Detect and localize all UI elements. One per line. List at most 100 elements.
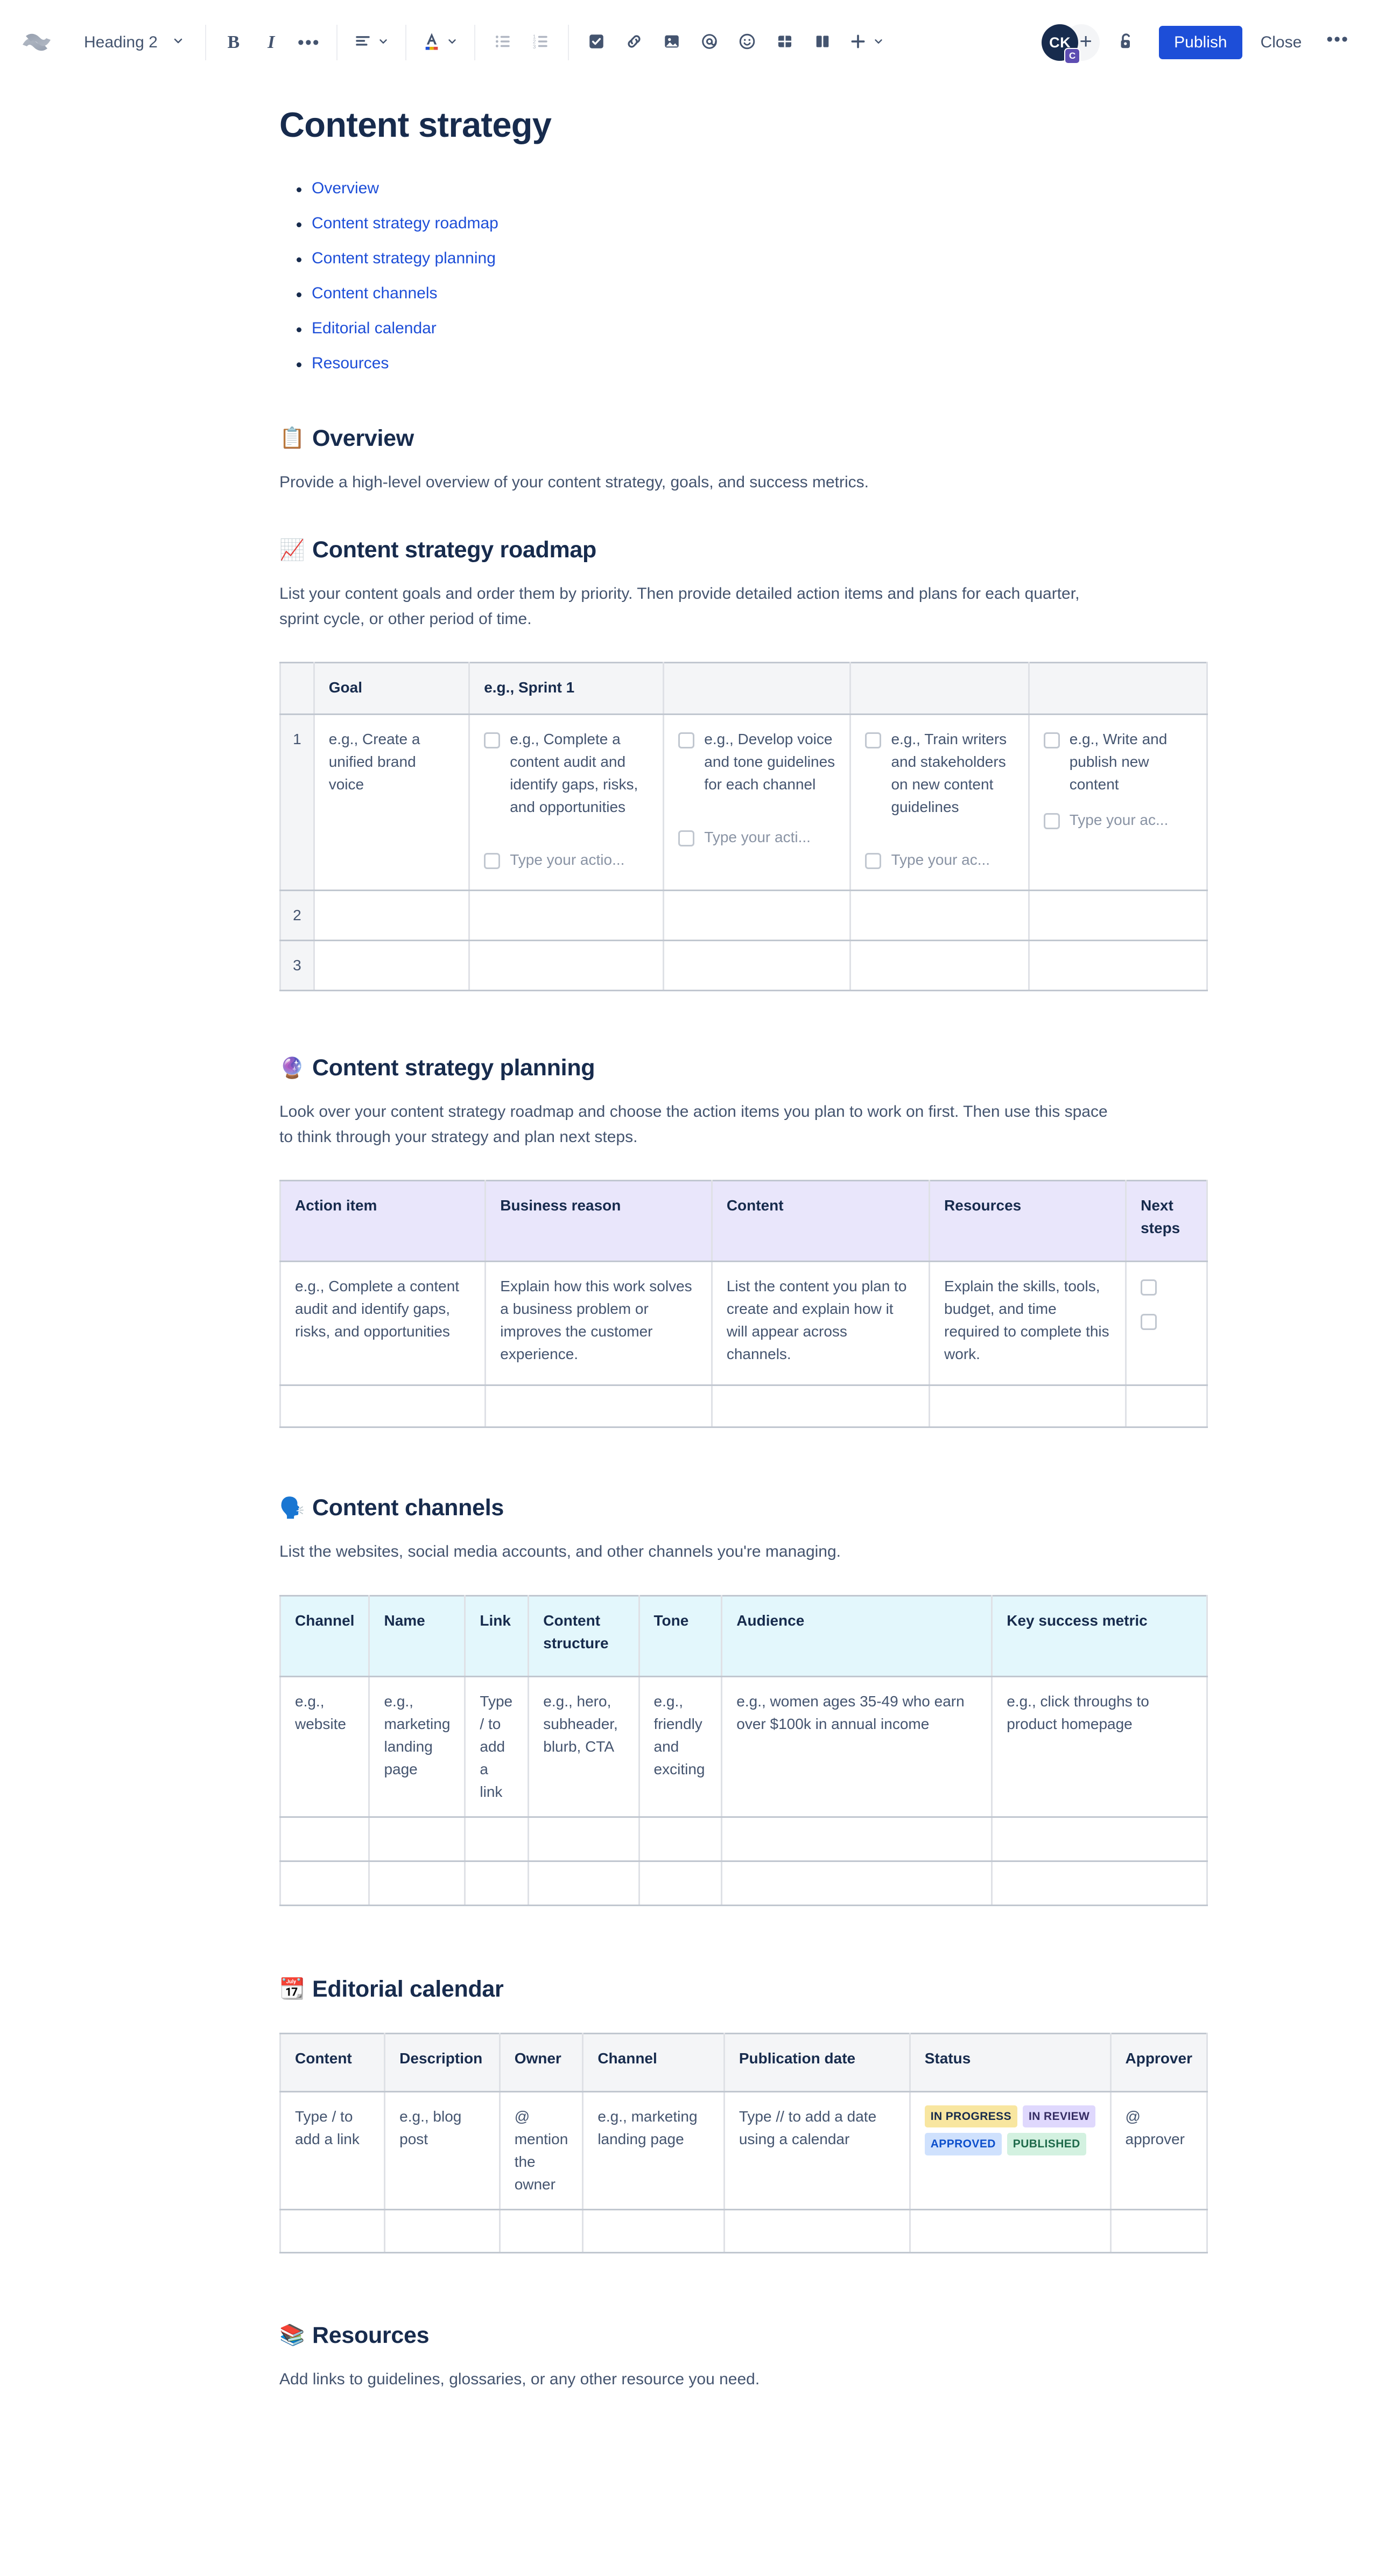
status-badge[interactable]: PUBLISHED	[1007, 2133, 1086, 2155]
action-cell[interactable]	[850, 890, 1030, 942]
cell-channel[interactable]: e.g., marketing landing page	[582, 2091, 725, 2210]
cell-key-success-metric[interactable]: e.g., click throughs to product homepage	[992, 1676, 1208, 1818]
cell-channel[interactable]	[280, 1817, 370, 1862]
toc-link-calendar[interactable]: Editorial calendar	[312, 319, 437, 337]
goal-cell[interactable]	[314, 940, 470, 992]
task-item[interactable]: e.g., Write and publish new content	[1043, 728, 1192, 796]
cell-content-structure[interactable]: e.g., hero, subheader, blurb, CTA	[528, 1676, 640, 1818]
layout-button[interactable]	[804, 24, 841, 61]
emoji-button[interactable]	[728, 24, 766, 61]
action-cell[interactable]	[469, 890, 665, 942]
cell-publication-date[interactable]: Type // to add a date using a calendar	[724, 2091, 911, 2210]
goal-cell[interactable]: e.g., Create a unified brand voice	[314, 714, 470, 892]
status-badge[interactable]: APPROVED	[924, 2133, 1002, 2155]
toc-link-roadmap[interactable]: Content strategy roadmap	[312, 214, 498, 232]
action-cell[interactable]: e.g., Train writers and stakeholders on …	[850, 714, 1030, 892]
checkbox-icon[interactable]	[1043, 813, 1060, 830]
cell-owner[interactable]	[500, 2209, 584, 2253]
cell-audience[interactable]	[721, 1861, 993, 1906]
checkbox-icon[interactable]	[484, 732, 501, 749]
next-steps-cell[interactable]	[1126, 1261, 1208, 1387]
goal-cell[interactable]	[314, 890, 470, 942]
cell-tone[interactable]	[639, 1817, 723, 1862]
toc-link-overview[interactable]: Overview	[312, 179, 379, 197]
action-cell[interactable]: e.g., Write and publish new content Type…	[1029, 714, 1208, 892]
task-item-placeholder[interactable]: Type your ac...	[1043, 809, 1192, 831]
toc-link-channels[interactable]: Content channels	[312, 284, 438, 302]
action-cell[interactable]	[663, 890, 852, 942]
business-reason-cell[interactable]	[485, 1385, 713, 1429]
link-button[interactable]	[615, 24, 653, 61]
action-cell[interactable]	[850, 940, 1030, 992]
checkbox-icon[interactable]	[678, 732, 695, 749]
business-reason-cell[interactable]: Explain how this work solves a business …	[485, 1261, 713, 1387]
cell-audience[interactable]	[721, 1817, 993, 1862]
more-options-button[interactable]: •••	[1317, 26, 1359, 59]
italic-button[interactable]: I	[252, 24, 290, 61]
next-steps-cell[interactable]	[1126, 1385, 1208, 1429]
numbered-list-button[interactable]: 1 2 3	[522, 24, 559, 61]
checkbox-icon[interactable]	[865, 732, 882, 749]
cell-status[interactable]: IN PROGRESS IN REVIEW APPROVED PUBLISHED	[910, 2091, 1112, 2210]
cell-content-structure[interactable]	[528, 1861, 640, 1906]
task-item-placeholder[interactable]: Type your actio...	[484, 849, 649, 871]
content-cell[interactable]	[712, 1385, 931, 1429]
cell-channel[interactable]	[582, 2209, 725, 2253]
restrictions-button[interactable]	[1107, 24, 1145, 61]
cell-link[interactable]: Type / to add a link	[465, 1676, 530, 1818]
action-item-cell[interactable]: e.g., Complete a content audit and ident…	[280, 1261, 487, 1387]
cell-description[interactable]: e.g., blog post	[384, 2091, 501, 2210]
cell-content[interactable]: Type / to add a link	[280, 2091, 386, 2210]
checkbox-icon[interactable]	[484, 853, 501, 870]
cell-channel[interactable]: e.g., website	[280, 1676, 370, 1818]
resources-cell[interactable]	[929, 1385, 1127, 1429]
checkbox-icon[interactable]	[1141, 1279, 1157, 1296]
task-item[interactable]: e.g., Complete a content audit and ident…	[484, 728, 649, 818]
action-cell[interactable]: e.g., Develop voice and tone guidelines …	[663, 714, 852, 892]
checkbox-icon[interactable]	[1043, 732, 1060, 749]
cell-tone[interactable]	[639, 1861, 723, 1906]
action-cell[interactable]	[1029, 940, 1208, 992]
cell-content-structure[interactable]	[528, 1817, 640, 1862]
cell-audience[interactable]: e.g., women ages 35-49 who earn over $10…	[721, 1676, 993, 1818]
cell-status[interactable]	[910, 2209, 1112, 2253]
task-item-placeholder[interactable]: Type your acti...	[678, 826, 835, 849]
cell-name[interactable]: e.g., marketing landing page	[369, 1676, 466, 1818]
cell-name[interactable]	[369, 1861, 466, 1906]
resources-cell[interactable]: Explain the skills, tools, budget, and t…	[929, 1261, 1127, 1387]
bullet-list-button[interactable]	[484, 24, 522, 61]
cell-content[interactable]	[280, 2209, 386, 2253]
text-color-button[interactable]	[415, 24, 466, 61]
toc-link-planning[interactable]: Content strategy planning	[312, 249, 496, 267]
action-cell[interactable]: e.g., Complete a content audit and ident…	[469, 714, 665, 892]
cell-approver[interactable]	[1110, 2209, 1208, 2253]
cell-approver[interactable]: @ approver	[1110, 2091, 1208, 2210]
action-cell[interactable]	[469, 940, 665, 992]
text-align-button[interactable]	[346, 24, 397, 61]
cell-name[interactable]	[369, 1817, 466, 1862]
table-button[interactable]	[766, 24, 804, 61]
checkbox-icon[interactable]	[1141, 1314, 1157, 1331]
mention-button[interactable]	[691, 24, 728, 61]
bold-button[interactable]: B	[215, 24, 252, 61]
cell-description[interactable]	[384, 2209, 501, 2253]
content-cell[interactable]: List the content you plan to create and …	[712, 1261, 931, 1387]
cell-key-success-metric[interactable]	[992, 1861, 1208, 1906]
checkbox-icon[interactable]	[678, 830, 695, 847]
action-cell[interactable]	[663, 940, 852, 992]
task-list-button[interactable]	[578, 24, 615, 61]
action-item-cell[interactable]	[280, 1385, 487, 1429]
toc-link-resources[interactable]: Resources	[312, 354, 389, 372]
cell-channel[interactable]	[280, 1861, 370, 1906]
status-badge[interactable]: IN REVIEW	[1023, 2105, 1096, 2128]
publish-button[interactable]: Publish	[1159, 26, 1242, 59]
task-item[interactable]: e.g., Develop voice and tone guidelines …	[678, 728, 835, 796]
text-style-dropdown[interactable]: Heading 2	[72, 24, 196, 61]
cell-key-success-metric[interactable]	[992, 1817, 1208, 1862]
image-button[interactable]	[653, 24, 691, 61]
insert-menu-button[interactable]	[841, 24, 892, 61]
task-item[interactable]: e.g., Train writers and stakeholders on …	[865, 728, 1014, 818]
checkbox-icon[interactable]	[865, 853, 882, 870]
cell-owner[interactable]: @ mention the owner	[500, 2091, 584, 2210]
action-cell[interactable]	[1029, 890, 1208, 942]
